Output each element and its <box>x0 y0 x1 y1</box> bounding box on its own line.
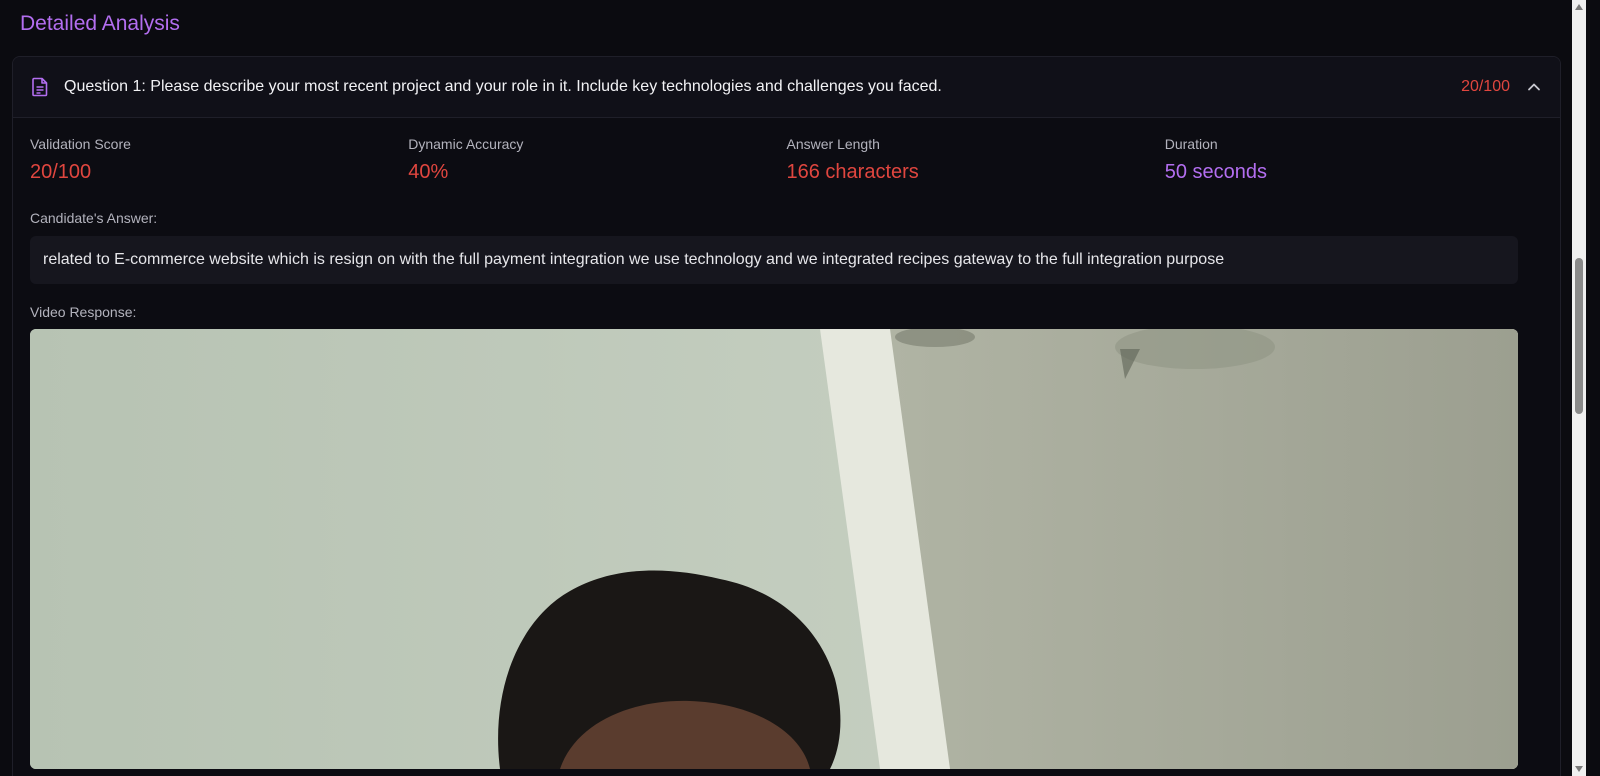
metric-validation-score: Validation Score 20/100 <box>30 136 408 184</box>
scroll-thumb[interactable] <box>1575 258 1583 414</box>
metric-value: 50 seconds <box>1164 161 1268 183</box>
metric-answer-length: Answer Length 166 characters <box>787 136 1165 184</box>
question-card: Question 1: Please describe your most re… <box>12 56 1561 776</box>
page: Detailed Analysis Question 1: Please des… <box>0 0 1586 776</box>
page-scrollbar[interactable] <box>1572 0 1586 776</box>
metric-value: 20/100 <box>30 161 92 183</box>
question-header[interactable]: Question 1: Please describe your most re… <box>13 57 1560 118</box>
document-icon <box>31 76 51 98</box>
metric-label: Validation Score <box>30 136 131 152</box>
scroll-down-arrow-icon[interactable] <box>1575 766 1583 772</box>
answer-label: Candidate's Answer: <box>30 210 158 226</box>
metric-dynamic-accuracy: Dynamic Accuracy 40% <box>408 136 786 184</box>
video-label: Video Response: <box>30 304 137 320</box>
metric-value: 166 characters <box>786 161 919 183</box>
metric-label: Duration <box>1164 136 1218 152</box>
metric-label: Dynamic Accuracy <box>408 136 524 152</box>
chevron-up-icon[interactable] <box>1526 78 1544 96</box>
video-player[interactable] <box>30 329 1518 769</box>
video-frame <box>30 329 1518 769</box>
question-body: Validation Score 20/100 Dynamic Accuracy… <box>13 118 1560 769</box>
metric-duration: Duration 50 seconds <box>1165 136 1543 184</box>
metric-value: 40% <box>408 161 449 183</box>
candidate-answer: related to E-commerce website which is r… <box>30 236 1518 284</box>
metric-label: Answer Length <box>786 136 880 152</box>
metrics-row: Validation Score 20/100 Dynamic Accuracy… <box>30 136 1543 184</box>
question-title: Question 1: Please describe your most re… <box>64 78 942 95</box>
section-title: Detailed Analysis <box>20 12 180 35</box>
question-score: 20/100 <box>1461 78 1510 95</box>
scroll-up-arrow-icon[interactable] <box>1575 4 1583 10</box>
